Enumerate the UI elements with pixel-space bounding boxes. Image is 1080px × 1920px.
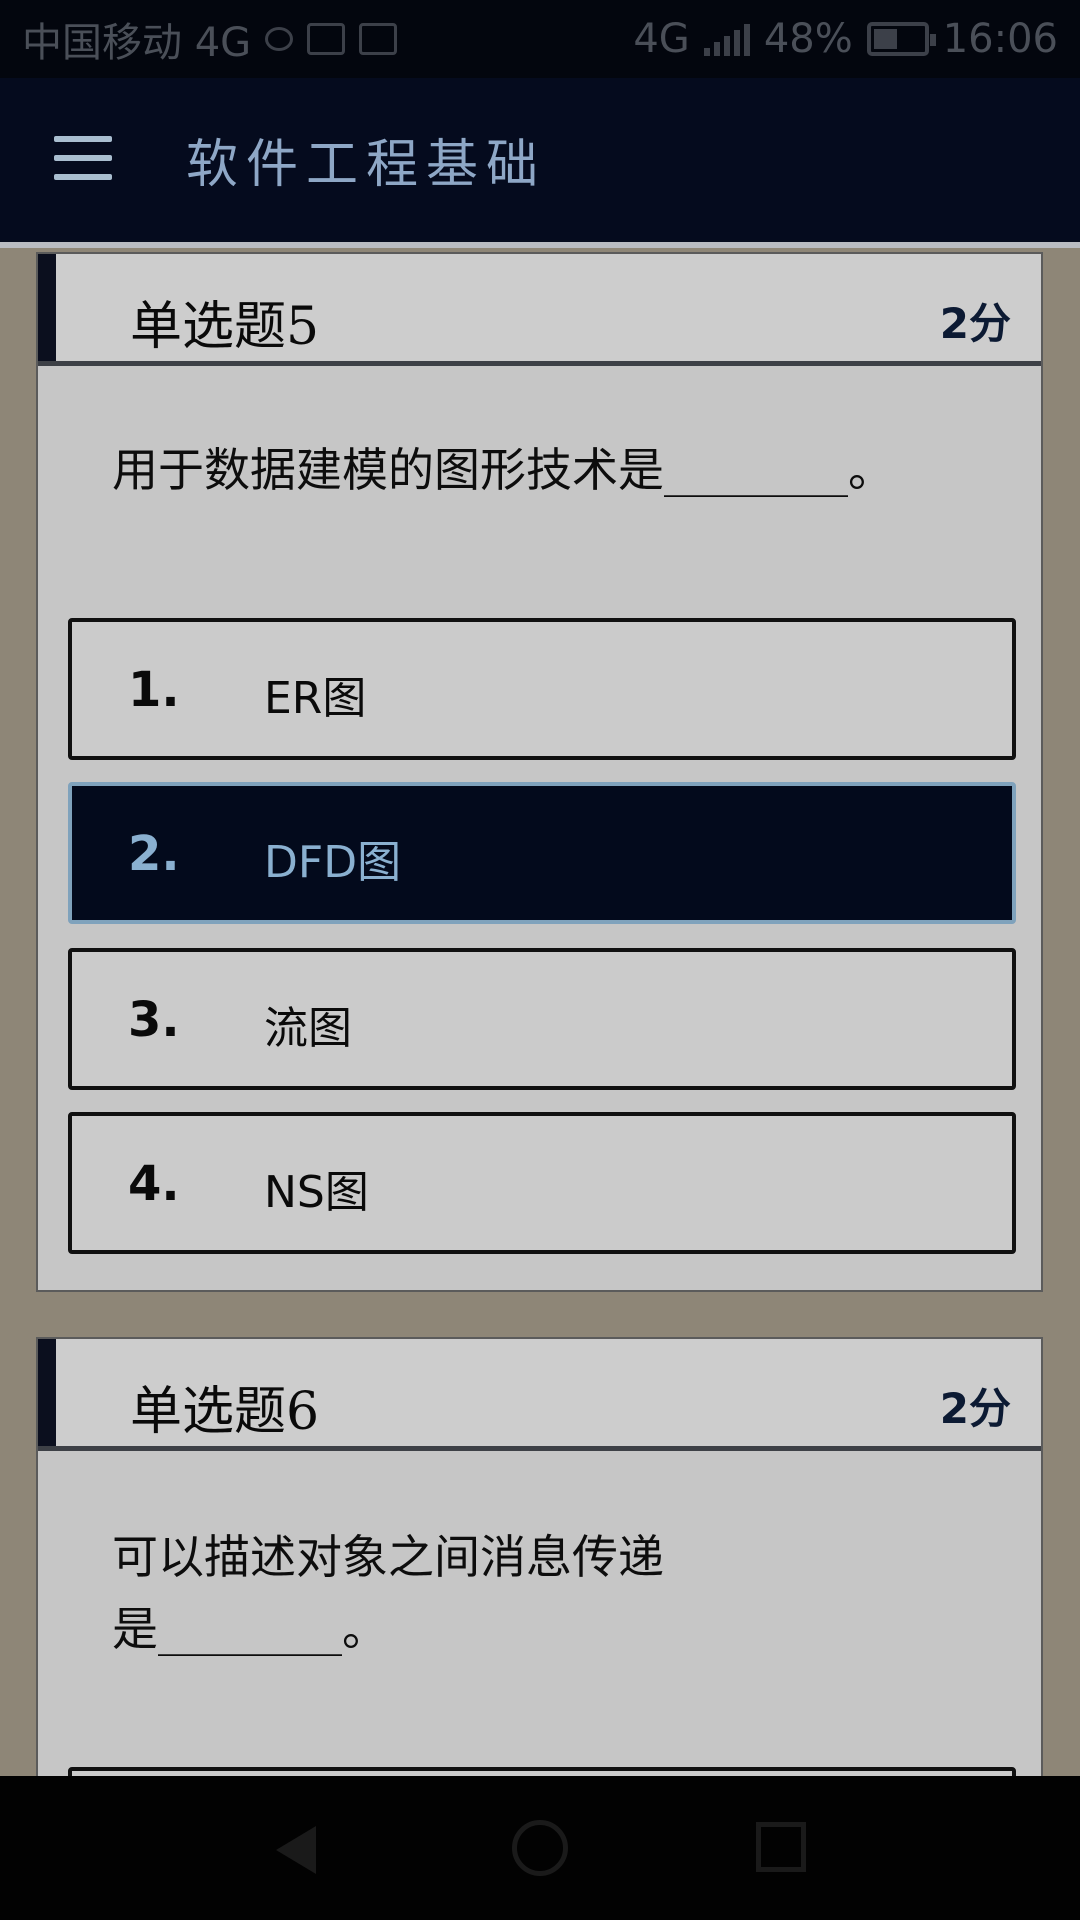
network-label: 4G — [633, 16, 690, 62]
option-4[interactable]: 4. NS图 — [68, 1112, 1016, 1254]
signal-icon — [703, 22, 750, 56]
carrier-label: 中国移动 4G — [22, 20, 252, 66]
chat-bubble-icon — [265, 27, 294, 51]
app-bar: 软件工程基础 — [0, 78, 1080, 242]
option-2[interactable]: 2. DFD图 — [68, 782, 1016, 924]
image-icon — [359, 23, 398, 55]
question-score: 2分 — [939, 1384, 1011, 1433]
app-bar-divider — [0, 242, 1080, 248]
question-title: 单选题5 — [130, 297, 320, 357]
question-text-line-2: 是________。 — [112, 1602, 388, 1656]
question-header: 单选题5 2分 — [38, 254, 1041, 366]
header-accent — [38, 254, 56, 361]
question-score: 2分 — [939, 299, 1011, 348]
option-number: 1. — [128, 662, 180, 718]
question-header: 单选题6 2分 — [38, 1339, 1041, 1451]
option-1[interactable]: 1. ER图 — [68, 618, 1016, 760]
back-icon[interactable] — [276, 1826, 316, 1874]
battery-percent: 48% — [763, 16, 853, 62]
question-text-line-1: 可以描述对象之间消息传递 — [112, 1530, 664, 1584]
option-number: 3. — [128, 992, 180, 1048]
option-label: 流图 — [264, 1003, 352, 1054]
question-text: 可以描述对象之间消息传递 是________。 — [112, 1521, 992, 1665]
clock: 16:06 — [942, 16, 1058, 62]
header-accent — [38, 1339, 56, 1446]
option-label: DFD图 — [264, 837, 402, 888]
question-card-5: 单选题5 2分 用于数据建模的图形技术是________。 1. ER图 2. … — [36, 252, 1043, 1292]
app-title: 软件工程基础 — [186, 135, 547, 195]
hamburger-menu-icon[interactable] — [54, 136, 114, 180]
status-bar: 中国移动 4G 4G 48% 16:06 — [0, 0, 1080, 78]
question-text: 用于数据建模的图形技术是________。 — [112, 443, 894, 497]
question-card-6: 单选题6 2分 可以描述对象之间消息传递 是________。 — [36, 1337, 1043, 1827]
option-number: 4. — [128, 1156, 180, 1212]
battery-icon — [866, 22, 936, 56]
option-number: 2. — [128, 826, 180, 882]
question-title: 单选题6 — [130, 1382, 320, 1442]
recent-apps-icon[interactable] — [756, 1822, 806, 1872]
app-icon — [307, 23, 346, 55]
option-3[interactable]: 3. 流图 — [68, 948, 1016, 1090]
home-icon[interactable] — [512, 1820, 568, 1876]
navigation-bar — [0, 1776, 1080, 1920]
option-label: NS图 — [264, 1167, 369, 1218]
option-label: ER图 — [264, 673, 367, 724]
